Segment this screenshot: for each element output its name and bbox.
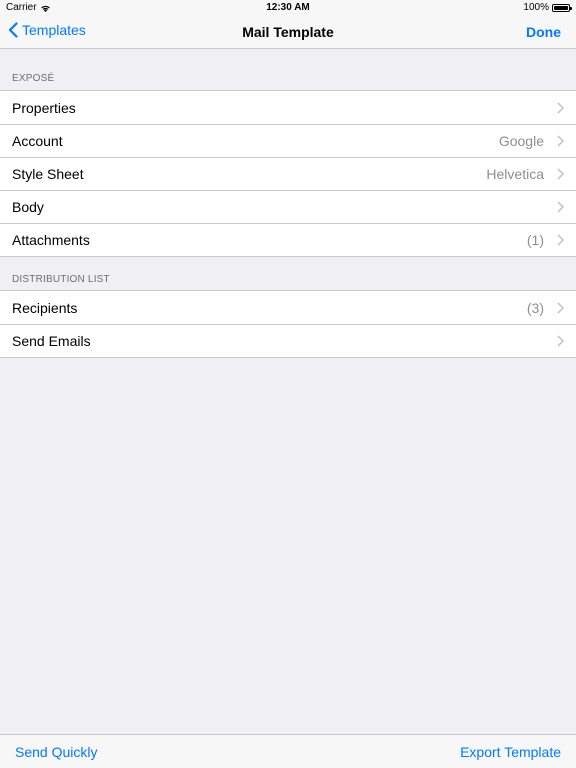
row-label: Style Sheet [12,165,84,182]
export-template-button[interactable]: Export Template [460,744,561,760]
section-header-expose: EXPOSÉ [12,73,55,84]
row-body[interactable]: Body [0,190,576,223]
status-right: 100% [523,2,572,13]
chevron-left-icon [8,22,18,38]
row-label: Body [12,198,44,215]
row-detail: (1) [526,231,544,248]
row-label: Account [12,132,63,149]
done-button[interactable]: Done [526,24,561,40]
row-label: Properties [12,99,76,116]
battery-percent: 100% [523,2,549,13]
page-title: Mail Template [242,24,334,40]
distribution-group: Recipients (3) Send Emails [0,290,576,358]
send-quickly-button[interactable]: Send Quickly [15,744,97,760]
chevron-right-icon [553,301,567,315]
expose-group: Properties Account Google Style Sheet He… [0,90,576,257]
chevron-right-icon [553,233,567,247]
row-label: Attachments [12,231,90,248]
row-account[interactable]: Account Google [0,124,576,157]
row-attachments[interactable]: Attachments (1) [0,223,576,256]
status-bar: Carrier 12:30 AM 100% [0,0,576,16]
row-properties[interactable]: Properties [0,91,576,124]
chevron-right-icon [553,167,567,181]
back-button-label: Templates [22,22,86,38]
bottom-toolbar: Send Quickly Export Template [0,734,576,768]
chevron-right-icon [553,101,567,115]
row-style-sheet[interactable]: Style Sheet Helvetica [0,157,576,190]
row-recipients[interactable]: Recipients (3) [0,291,576,324]
battery-icon [552,3,572,12]
row-label: Recipients [12,299,78,316]
chevron-right-icon [553,200,567,214]
row-label: Send Emails [12,332,91,349]
section-header-distribution-list: DISTRIBUTION LIST [12,274,110,285]
row-detail: Helvetica [486,165,544,182]
back-button[interactable]: Templates [8,22,86,38]
chevron-right-icon [553,134,567,148]
chevron-right-icon [553,334,567,348]
row-detail: (3) [526,299,544,316]
row-detail: Google [498,132,544,149]
row-send-emails[interactable]: Send Emails [0,324,576,357]
navigation-bar: Templates Mail Template Done [0,16,576,49]
status-time: 12:30 AM [266,2,310,13]
